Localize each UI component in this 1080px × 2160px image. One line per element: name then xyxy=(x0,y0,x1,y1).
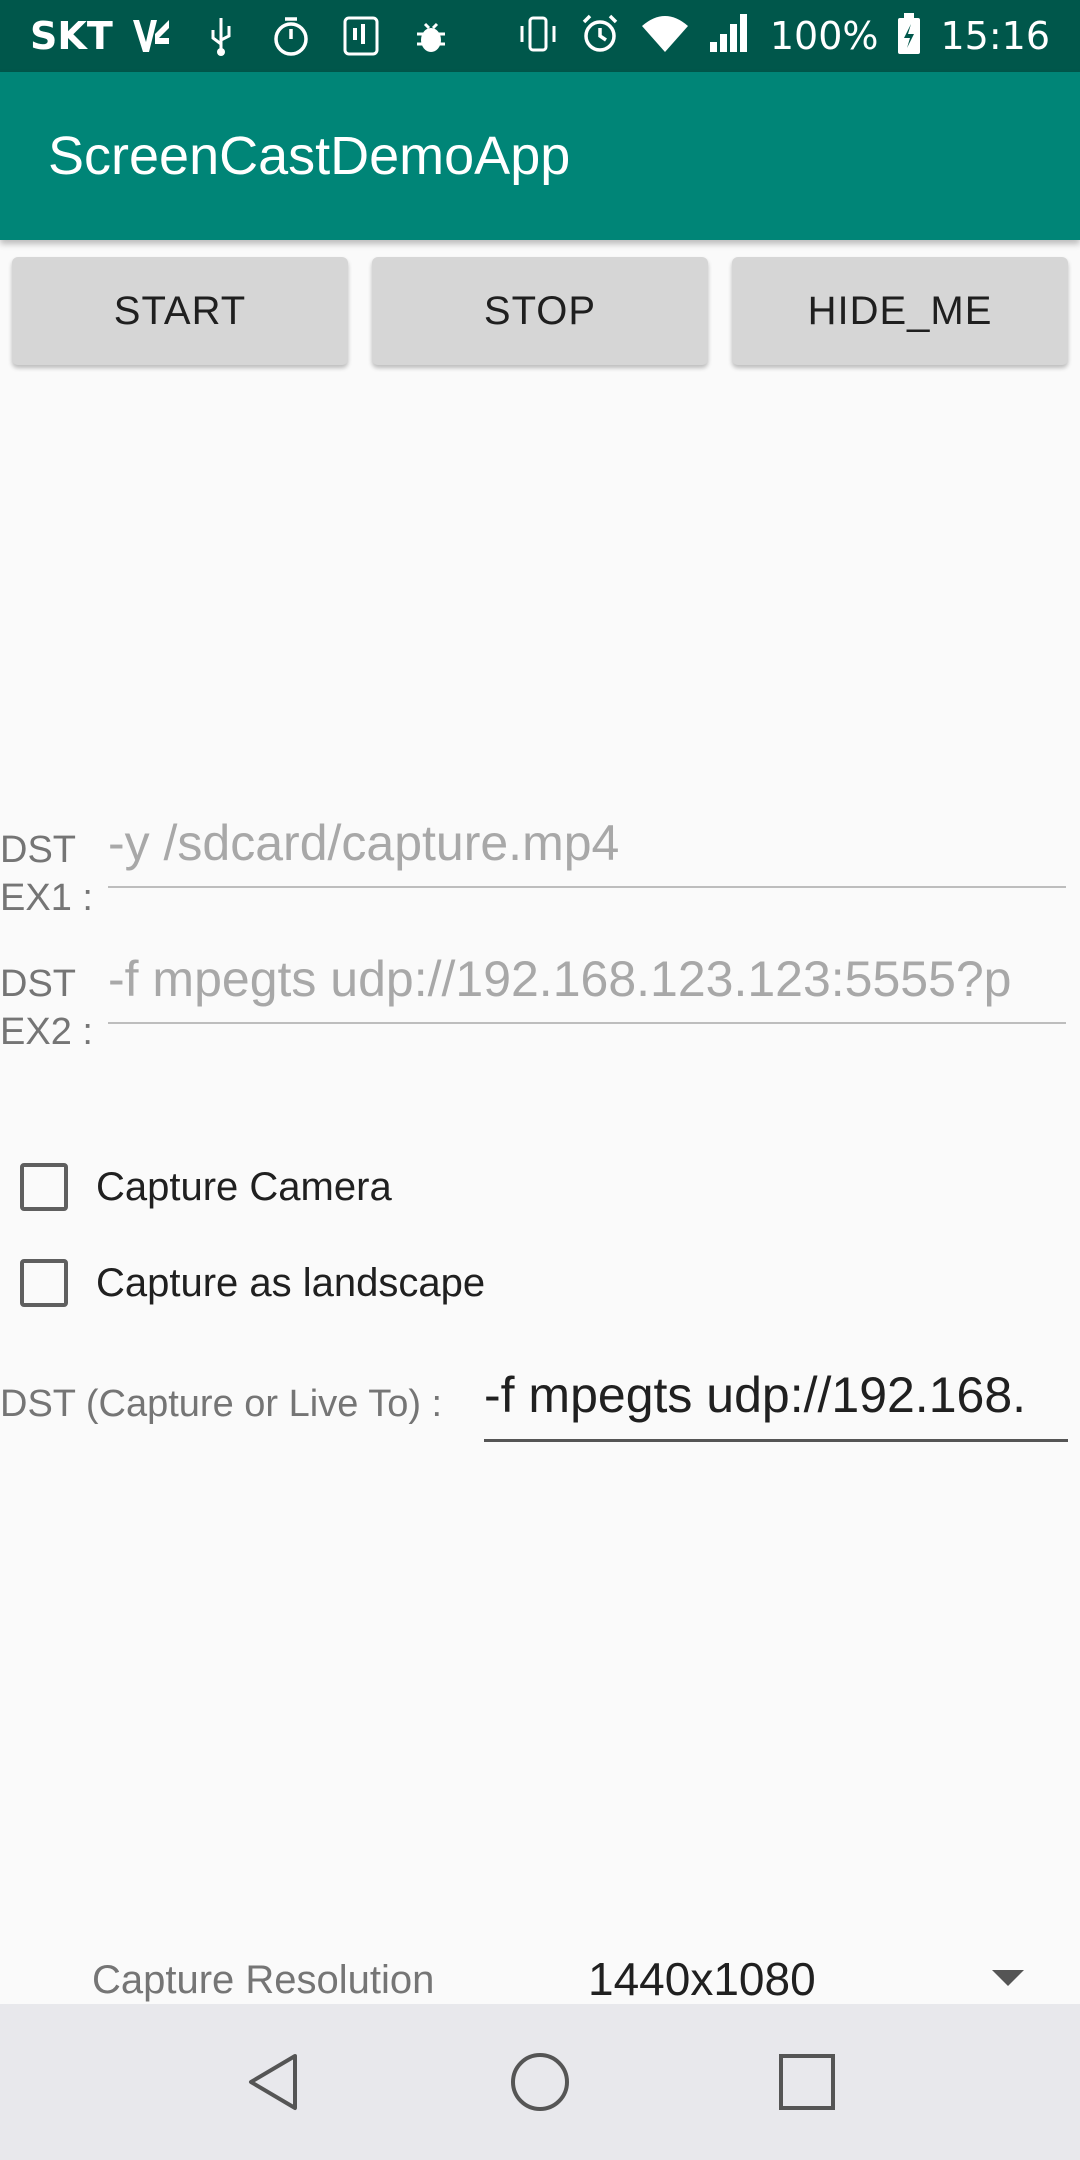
checkbox-box[interactable] xyxy=(20,1259,68,1307)
dst-main-label: DST (Capture or Live To) : xyxy=(0,1383,443,1425)
capture-landscape-checkbox[interactable]: Capture as landscape xyxy=(20,1259,485,1307)
back-icon[interactable] xyxy=(228,2037,318,2127)
home-icon[interactable] xyxy=(495,2037,585,2127)
battery-icon xyxy=(896,12,922,60)
dst-ex1-input[interactable]: -y /sdcard/capture.mp4 xyxy=(108,814,1066,888)
wifi-icon xyxy=(640,12,690,60)
battery-percent: 100% xyxy=(769,14,879,58)
start-button[interactable]: START xyxy=(12,257,348,365)
stop-button[interactable]: STOP xyxy=(372,257,708,365)
capture-landscape-label: Capture as landscape xyxy=(96,1260,486,1305)
app-bar: ScreenCastDemoApp xyxy=(0,72,1080,240)
bug-icon xyxy=(409,14,453,58)
capture-camera-checkbox[interactable]: Capture Camera xyxy=(20,1163,392,1211)
checkbox-box[interactable] xyxy=(20,1163,68,1211)
dst-ex2-label-line1: DST xyxy=(0,963,76,1005)
dst-ex1-label: DST EX1 : xyxy=(0,826,93,922)
capture-camera-label: Capture Camera xyxy=(96,1164,392,1209)
status-bar: SKT 100% 15:16 xyxy=(0,0,1080,72)
signal-icon xyxy=(708,12,752,60)
usb-icon xyxy=(199,14,243,58)
sim-icon xyxy=(339,14,383,58)
hide-me-button[interactable]: HIDE_ME xyxy=(732,257,1068,365)
dst-ex1-label-line1: DST xyxy=(0,829,76,871)
dst-ex2-label-line2: EX2 : xyxy=(0,1011,93,1053)
app-title: ScreenCastDemoApp xyxy=(48,126,571,186)
dropdown-arrow-icon[interactable] xyxy=(992,1970,1024,1986)
recents-icon[interactable] xyxy=(762,2037,852,2127)
clock: 15:16 xyxy=(940,14,1050,58)
dst-main-input[interactable]: -f mpegts udp://192.168. xyxy=(484,1366,1068,1442)
vpn-icon xyxy=(129,14,173,58)
alarm-icon xyxy=(578,12,622,60)
timer-icon xyxy=(269,14,313,58)
dst-ex2-label: DST EX2 : xyxy=(0,960,93,1056)
capture-resolution-label: Capture Resolution xyxy=(92,1958,435,2002)
vibrate-icon xyxy=(516,12,560,60)
capture-resolution-select[interactable]: 1440x1080 xyxy=(588,1952,816,2006)
carrier-label: SKT xyxy=(30,14,113,58)
dst-ex1-label-line2: EX1 : xyxy=(0,877,93,919)
navigation-bar xyxy=(0,2004,1080,2160)
dst-ex2-input[interactable]: -f mpegts udp://192.168.123.123:5555?p xyxy=(108,950,1066,1024)
